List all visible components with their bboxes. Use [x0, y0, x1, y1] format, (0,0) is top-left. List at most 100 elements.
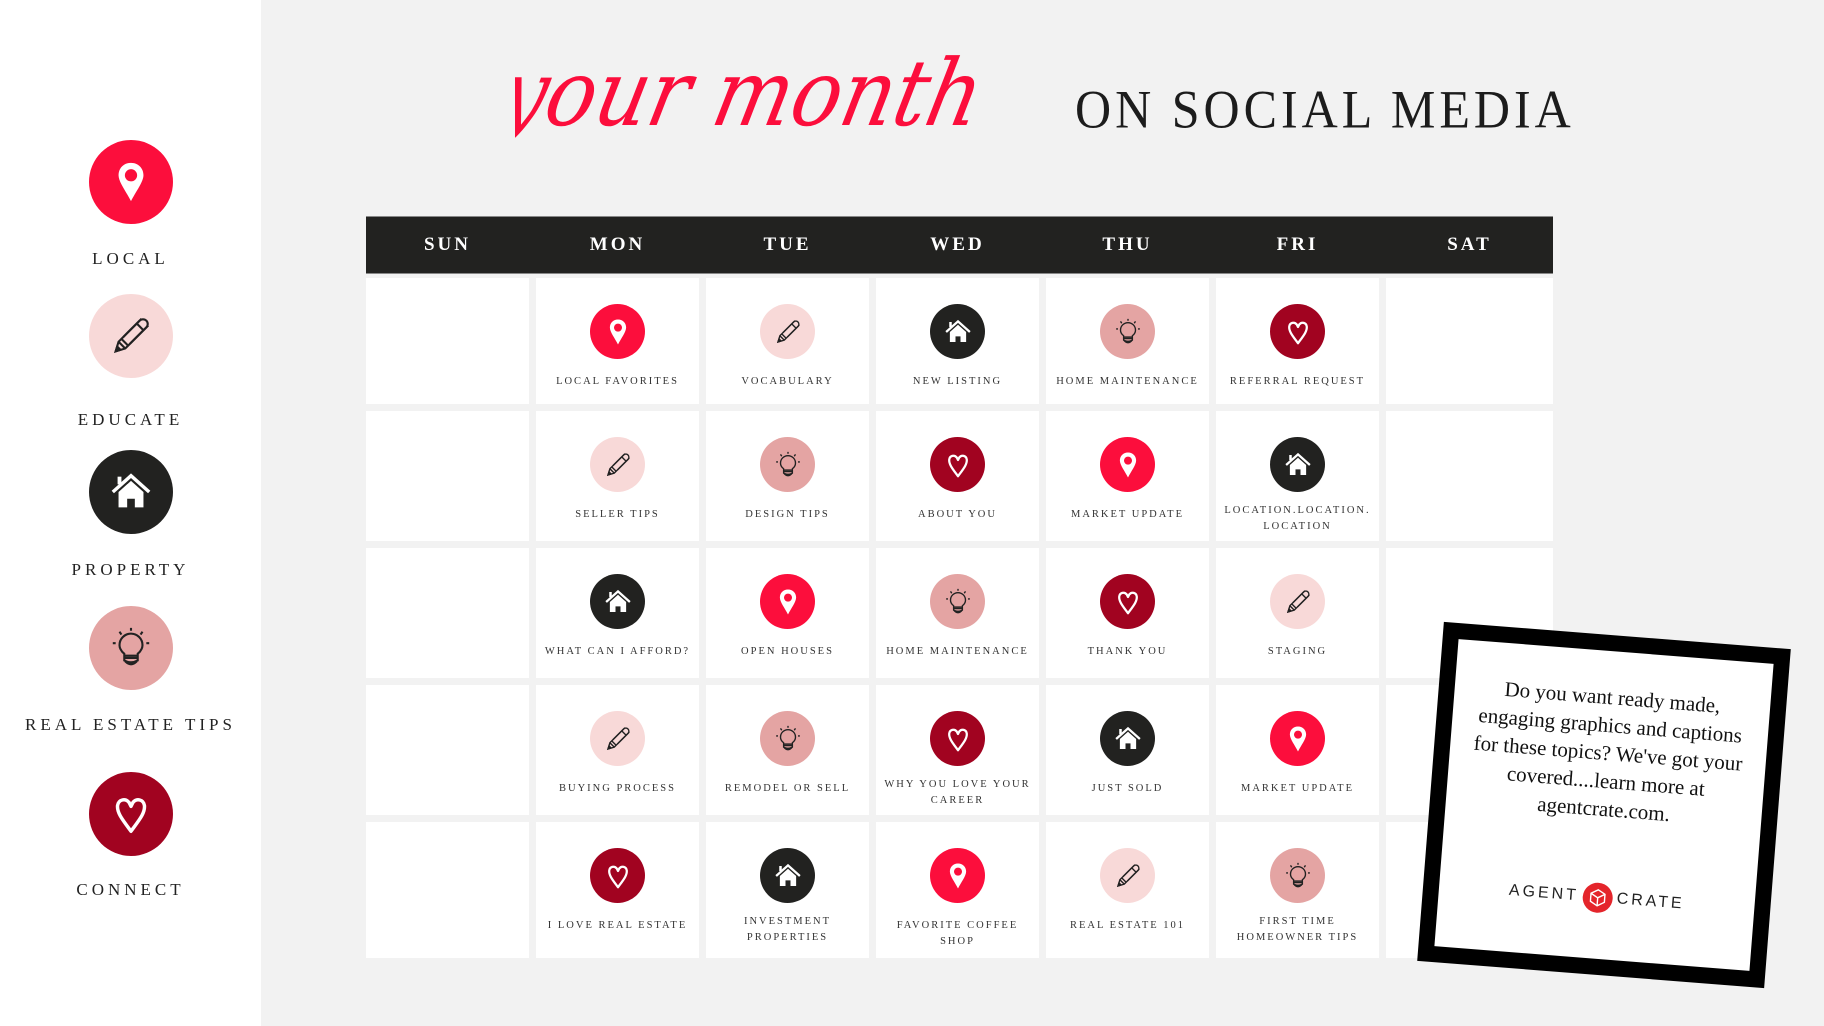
map-pin-icon — [1100, 437, 1155, 492]
calendar-cell[interactable]: STAGING — [1216, 548, 1379, 678]
topic-label: ABOUT YOU — [918, 509, 997, 520]
topic-label: REFERRAL REQUEST — [1229, 376, 1366, 387]
calendar-cell-empty — [1386, 411, 1553, 541]
calendar-cell-empty — [1386, 278, 1553, 404]
promo-card[interactable]: Do you want ready made, engaging graphic… — [1417, 621, 1791, 989]
pencil-icon — [1100, 848, 1155, 903]
calendar-cell[interactable]: THANK YOU — [1046, 548, 1209, 678]
topic-label: OPEN HOUSES — [741, 646, 834, 657]
day-header-wed: WED — [930, 234, 985, 255]
lightbulb-icon — [1270, 848, 1325, 903]
calendar-cell[interactable]: JUST SOLD — [1046, 685, 1209, 815]
calendar-cell[interactable]: HOME MAINTENANCE — [1046, 278, 1209, 404]
weekday-header: SUN MON TUE WED THU FRI SAT — [366, 216, 1553, 274]
lightbulb-icon — [760, 437, 815, 492]
lightbulb-icon — [1100, 304, 1155, 359]
house-icon — [1100, 711, 1155, 766]
topic-label: INVESTMENT PROPERTIES — [743, 916, 832, 943]
calendar-cell[interactable]: FAVORITE COFFEE SHOP — [876, 822, 1039, 958]
lightbulb-icon — [930, 574, 985, 629]
topic-label: REAL ESTATE 101 — [1069, 920, 1186, 931]
calendar-cell[interactable]: LOCATION.LOCATION. LOCATION — [1216, 411, 1379, 541]
house-icon — [760, 848, 815, 903]
calendar-cell[interactable]: DESIGN TIPS — [706, 411, 869, 541]
heart-icon — [590, 848, 645, 903]
calendar-cell-empty — [366, 685, 529, 815]
topic-label: LOCATION.LOCATION. LOCATION — [1224, 505, 1371, 532]
calendar-cell[interactable]: OPEN HOUSES — [706, 548, 869, 678]
pencil-icon — [1270, 574, 1325, 629]
pencil-icon — [590, 711, 645, 766]
map-pin-icon — [1270, 711, 1325, 766]
house-icon — [1270, 437, 1325, 492]
heart-icon — [930, 711, 985, 766]
calendar-cell-empty — [366, 411, 529, 541]
topic-label: JUST SOLD — [1091, 783, 1164, 794]
title-script-text: your month — [515, 40, 993, 147]
calendar-cell[interactable]: INVESTMENT PROPERTIES — [706, 822, 869, 958]
logo-text-left: AGENT — [1508, 881, 1580, 905]
map-pin-icon — [760, 574, 815, 629]
legend-item-tips — [0, 606, 261, 690]
day-header-sun: SUN — [423, 234, 471, 255]
topic-label: STAGING — [1267, 646, 1328, 657]
lightbulb-icon — [88, 606, 173, 690]
house-icon — [930, 304, 985, 359]
topic-label: BUYING PROCESS — [559, 783, 676, 794]
calendar-cell-empty — [366, 822, 529, 958]
legend-item-educate — [0, 294, 261, 378]
topic-label: VOCABULARY — [741, 376, 834, 387]
topic-label: I LOVE REAL ESTATE — [547, 920, 688, 931]
calendar-cell[interactable]: REAL ESTATE 101 — [1046, 822, 1209, 958]
calendar-cell[interactable]: MARKET UPDATE — [1216, 685, 1379, 815]
calendar-cell[interactable]: BUYING PROCESS — [536, 685, 699, 815]
map-pin-icon — [88, 140, 173, 224]
day-header-tue: TUE — [763, 234, 812, 255]
calendar-cell[interactable]: I LOVE REAL ESTATE — [536, 822, 699, 958]
heart-icon — [930, 437, 985, 492]
calendar-cell[interactable]: REFERRAL REQUEST — [1216, 278, 1379, 404]
topic-label: REMODEL OR SELL — [724, 783, 851, 794]
topic-label: HOME MAINTENANCE — [886, 646, 1029, 657]
calendar-cell[interactable]: SELLER TIPS — [536, 411, 699, 541]
agent-crate-logo[interactable]: AGENT CRATE — [1438, 870, 1755, 925]
calendar-cell[interactable]: LOCAL FAVORITES — [536, 278, 699, 404]
topic-label: LOCAL FAVORITES — [556, 376, 679, 387]
legend-label: PROPERTY — [71, 560, 190, 579]
topic-label: NEW LISTING — [912, 376, 1003, 387]
topic-label: WHAT CAN I AFFORD? — [544, 646, 691, 657]
topic-label: SELLER TIPS — [575, 509, 660, 520]
calendar-cell[interactable]: ABOUT YOU — [876, 411, 1039, 541]
house-icon — [88, 450, 173, 534]
calendar-cell[interactable]: WHY YOU LOVE YOUR CAREER — [876, 685, 1039, 815]
promo-text: Do you want ready made, engaging graphic… — [1472, 676, 1744, 827]
crate-cube-icon — [1581, 881, 1614, 914]
calendar-cell[interactable]: NEW LISTING — [876, 278, 1039, 404]
day-header-fri: FRI — [1276, 234, 1319, 255]
title-script: your month — [515, 40, 993, 147]
calendar-cell[interactable]: FIRST TIME HOMEOWNER TIPS — [1216, 822, 1379, 958]
calendar-cell[interactable]: MARKET UPDATE — [1046, 411, 1209, 541]
legend-label: LOCAL — [92, 249, 169, 268]
day-header-sat: SAT — [1447, 234, 1492, 255]
calendar-cell[interactable]: REMODEL OR SELL — [706, 685, 869, 815]
calendar-cell[interactable]: VOCABULARY — [706, 278, 869, 404]
legend-label: REAL ESTATE TIPS — [25, 715, 236, 734]
day-header-thu: THU — [1102, 234, 1153, 255]
topic-label: THANK YOU — [1087, 646, 1168, 657]
map-pin-icon — [930, 848, 985, 903]
day-header-mon: MON — [589, 234, 646, 255]
category-legend: LOCAL EDUCATE PROPERTY REAL ESTATE TIPS CONN… — [0, 0, 261, 1026]
heart-icon — [88, 772, 173, 856]
legend-label: EDUCATE — [77, 410, 184, 429]
calendar-cell[interactable]: HOME MAINTENANCE — [876, 548, 1039, 678]
legend-item-connect — [0, 772, 261, 856]
pencil-icon — [590, 437, 645, 492]
pencil-icon — [88, 294, 173, 378]
heart-icon — [1100, 574, 1155, 629]
calendar-cell[interactable]: WHAT CAN I AFFORD? — [536, 548, 699, 678]
legend-item-local — [0, 140, 261, 224]
calendar-cell-empty — [366, 278, 529, 404]
topic-label: MARKET UPDATE — [1070, 509, 1185, 520]
heart-icon — [1270, 304, 1325, 359]
